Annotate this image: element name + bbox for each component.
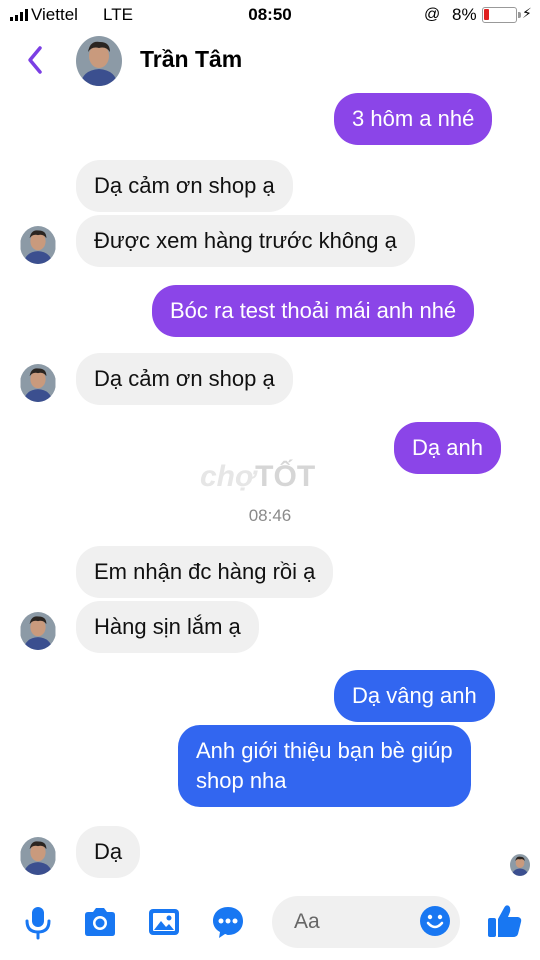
chat-bubble-icon[interactable]: [210, 904, 246, 940]
contact-avatar[interactable]: [76, 36, 122, 86]
contact-avatar-small: [20, 364, 56, 402]
message-incoming[interactable]: Dạ cảm ơn shop ạ: [76, 353, 293, 405]
message-outgoing[interactable]: Bóc ra test thoải mái anh nhé: [152, 285, 475, 337]
message-incoming[interactable]: Dạ: [76, 826, 141, 878]
message-line: Anh giới thiệu bạn bè giúp: [196, 738, 453, 763]
message-outgoing[interactable]: Dạ anh: [394, 422, 501, 474]
microphone-icon[interactable]: [20, 904, 56, 940]
emoji-icon[interactable]: [418, 904, 452, 938]
battery-icon: [482, 7, 521, 23]
seen-avatar: [510, 854, 530, 876]
battery-percent: 8%: [452, 5, 477, 24]
timestamp: 08:46: [248, 506, 292, 525]
rotation-lock-icon: @: [424, 6, 441, 23]
message-outgoing[interactable]: 3 hôm a nhé: [334, 93, 493, 145]
battery-level: [484, 9, 489, 20]
status-bar: Viettel LTE 08:50 @ 8% ⚡: [0, 0, 540, 30]
message-incoming[interactable]: Được xem hàng trước không ạ: [76, 215, 415, 267]
conversation-header: Trần Tâm: [0, 30, 540, 92]
message-list[interactable]: 3 hôm a nhé Dạ cảm ơn shop ạ Được xem hà…: [0, 92, 540, 888]
contact-avatar-small: [20, 226, 56, 264]
contact-avatar-small: [20, 837, 56, 875]
message-input-placeholder: Aa: [294, 910, 320, 933]
message-input[interactable]: Aa: [272, 896, 460, 948]
contact-avatar-small: [20, 612, 56, 650]
charging-icon: ⚡: [522, 5, 532, 21]
composer-bar: Aa: [0, 888, 540, 960]
message-incoming[interactable]: Hàng sịn lắm ạ: [76, 601, 259, 653]
message-outgoing[interactable]: Dạ vâng anh: [334, 670, 495, 722]
message-incoming[interactable]: Em nhận đc hàng rồi ạ: [76, 546, 334, 598]
message-line: shop nha: [196, 768, 287, 793]
contact-name[interactable]: Trần Tâm: [140, 46, 242, 73]
message-incoming[interactable]: Dạ cảm ơn shop ạ: [76, 160, 293, 212]
message-outgoing[interactable]: Anh giới thiệu bạn bè giúp shop nha: [178, 725, 471, 807]
chevron-left-icon[interactable]: [22, 42, 50, 78]
image-icon[interactable]: [146, 904, 182, 940]
camera-icon[interactable]: [82, 904, 118, 940]
thumbs-up-icon[interactable]: [486, 902, 524, 940]
choTot-watermark: chợTỐT: [200, 460, 316, 493]
